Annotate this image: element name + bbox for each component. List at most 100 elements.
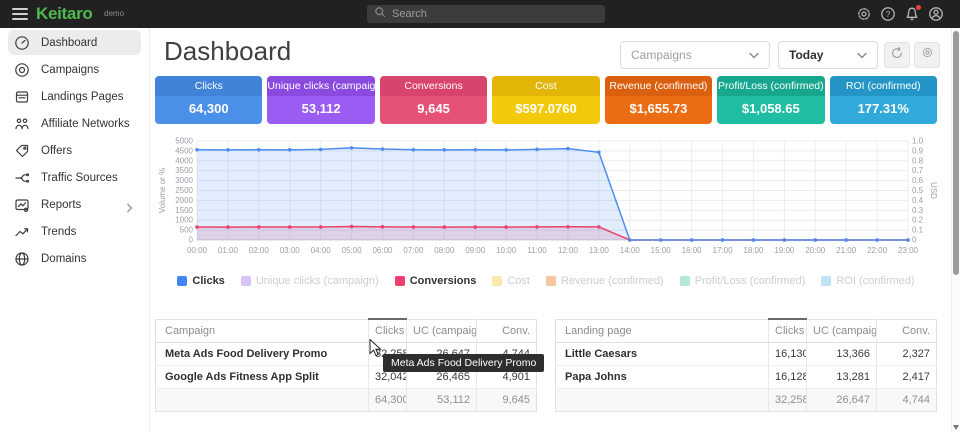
svg-text:12:00: 12:00 [558, 246, 579, 255]
top-bar: Keitaro demo ? [0, 0, 960, 28]
brand-logo[interactable]: Keitaro [36, 4, 92, 24]
legend-swatch [821, 276, 831, 286]
stat-card-label: Clicks [155, 76, 262, 96]
stat-card-label: Revenue (confirmed) [605, 76, 712, 96]
totals-cell: 32,258 [769, 388, 807, 411]
legend-swatch [177, 276, 187, 286]
table-row[interactable]: Little Caesars16,13013,3662,327 [556, 342, 937, 365]
user-icon[interactable] [928, 6, 944, 22]
svg-text:23:00: 23:00 [898, 246, 919, 255]
column-header-campaign[interactable]: Campaign [156, 319, 369, 342]
svg-text:20:00: 20:00 [805, 246, 826, 255]
stat-card-conversions[interactable]: Conversions9,645 [380, 76, 487, 124]
sidebar-item-campaigns[interactable]: Campaigns [8, 57, 141, 82]
stat-card-unique-clicks-campaign-[interactable]: Unique clicks (campaign)53,112 [267, 76, 374, 124]
table-row[interactable]: Papa Johns16,12813,2812,417 [556, 365, 937, 388]
sidebar-item-domains[interactable]: Domains [8, 246, 141, 271]
chevron-down-icon [857, 46, 867, 64]
main-content: Dashboard Campaigns Today Clicks64,300Un… [150, 28, 951, 432]
legend-item-clicks[interactable]: Clicks [177, 275, 224, 287]
sidebar-item-label: Landings Pages [41, 91, 123, 103]
campaigns-icon [14, 62, 30, 78]
refresh-button[interactable] [884, 42, 910, 68]
gear-icon[interactable] [856, 6, 872, 22]
chart-legend: Clicks Unique clicks (campaign) Conversion… [155, 275, 937, 287]
stat-card-value: $1,655.73 [605, 96, 712, 124]
stat-card-clicks[interactable]: Clicks64,300 [155, 76, 262, 124]
totals-cell: 26,647 [807, 388, 877, 411]
legend-swatch [546, 276, 556, 286]
sidebar-item-traffic-sources[interactable]: Traffic Sources [8, 165, 141, 190]
sidebar-item-label: Domains [41, 253, 86, 265]
row-name-cell[interactable]: Meta Ads Food Delivery Promo [156, 342, 369, 365]
row-value-cell: 13,281 [807, 365, 877, 388]
date-range-select[interactable]: Today [778, 41, 878, 69]
sidebar-item-trends[interactable]: Trends [8, 219, 141, 244]
scrollbar-thumb[interactable] [953, 31, 959, 275]
sidebar-item-label: Reports [41, 199, 81, 211]
sidebar-item-dashboard[interactable]: Dashboard [8, 30, 141, 55]
campaigns-filter-label: Campaigns [631, 48, 692, 62]
stat-card-cost[interactable]: Cost$597.0760 [492, 76, 599, 124]
dashboard-settings-button[interactable] [914, 42, 940, 68]
sidebar-item-offers[interactable]: Offers [8, 138, 141, 163]
mouse-cursor [369, 339, 383, 362]
column-header-landing-page[interactable]: Landing page [556, 319, 769, 342]
notification-dot [916, 5, 921, 10]
row-value-cell: 2,417 [877, 365, 937, 388]
search-box[interactable] [367, 5, 605, 23]
stat-card-value: 53,112 [267, 96, 374, 124]
row-name-cell[interactable]: Papa Johns [556, 365, 769, 388]
scrollbar-down-arrow[interactable] [953, 425, 959, 430]
landing-pages-table: Landing pageClicksUC (campaign)Conv.Litt… [555, 318, 937, 412]
page-scrollbar[interactable] [951, 28, 960, 432]
stat-card-value: 9,645 [380, 96, 487, 124]
help-icon[interactable]: ? [880, 6, 896, 22]
legend-label: Revenue (confirmed) [561, 275, 664, 287]
stat-card-roi-confirmed-[interactable]: ROI (confirmed)177.31% [830, 76, 937, 124]
stat-card-value: $597.0760 [492, 96, 599, 124]
stat-card-revenue-confirmed-[interactable]: Revenue (confirmed)$1,655.73 [605, 76, 712, 124]
affiliate-icon [14, 116, 30, 132]
campaigns-filter-select[interactable]: Campaigns [620, 41, 770, 69]
svg-text:0: 0 [912, 236, 917, 245]
column-header-conv-[interactable]: Conv. [877, 319, 937, 342]
sidebar-item-reports[interactable]: Reports [8, 192, 141, 217]
search-input[interactable] [392, 8, 582, 20]
bell-icon[interactable] [904, 6, 920, 22]
svg-text:0.6: 0.6 [912, 176, 924, 185]
svg-text:1500: 1500 [175, 206, 193, 215]
svg-text:08:00: 08:00 [434, 246, 455, 255]
totals-cell: 53,112 [407, 388, 477, 411]
legend-item-revenue-confirmed-[interactable]: Revenue (confirmed) [546, 275, 664, 287]
row-name-cell[interactable]: Google Ads Fitness App Split [156, 365, 369, 388]
svg-text:1000: 1000 [175, 216, 193, 225]
svg-text:0.1: 0.1 [912, 226, 924, 235]
svg-text:03:00: 03:00 [280, 246, 301, 255]
svg-text:0.4: 0.4 [912, 196, 924, 205]
offers-icon [14, 143, 30, 159]
svg-text:0.3: 0.3 [912, 206, 924, 215]
legend-item-conversions[interactable]: Conversions [395, 275, 477, 287]
column-header-conv-[interactable]: Conv. [477, 319, 537, 342]
stat-card-value: $1,058.65 [717, 96, 824, 124]
column-header-uc-campaign-[interactable]: UC (campaign) [407, 319, 477, 342]
sidebar-item-landings-pages[interactable]: Landings Pages [8, 84, 141, 109]
legend-item-unique-clicks-campaign-[interactable]: Unique clicks (campaign) [241, 275, 379, 287]
stat-card-profit-loss-confirmed-[interactable]: Profit/Loss (confirmed)$1,058.65 [717, 76, 824, 124]
legend-item-roi-confirmed-[interactable]: ROI (confirmed) [821, 275, 914, 287]
domains-icon [14, 251, 30, 267]
row-value-cell: 16,130 [769, 342, 807, 365]
column-header-clicks[interactable]: Clicks [769, 319, 807, 342]
row-name-cell[interactable]: Little Caesars [556, 342, 769, 365]
legend-label: ROI (confirmed) [836, 275, 914, 287]
legend-item-profit-loss-confirmed-[interactable]: Profit/Loss (confirmed) [680, 275, 806, 287]
column-header-uc-campaign-[interactable]: UC (campaign) [807, 319, 877, 342]
totals-cell: 9,645 [477, 388, 537, 411]
svg-text:3500: 3500 [175, 166, 193, 175]
sidebar-item-affiliate-networks[interactable]: Affiliate Networks [8, 111, 141, 136]
sidebar-item-label: Campaigns [41, 64, 99, 76]
menu-toggle-icon[interactable] [12, 8, 28, 20]
legend-label: Unique clicks (campaign) [256, 275, 379, 287]
legend-item-cost[interactable]: Cost [492, 275, 530, 287]
